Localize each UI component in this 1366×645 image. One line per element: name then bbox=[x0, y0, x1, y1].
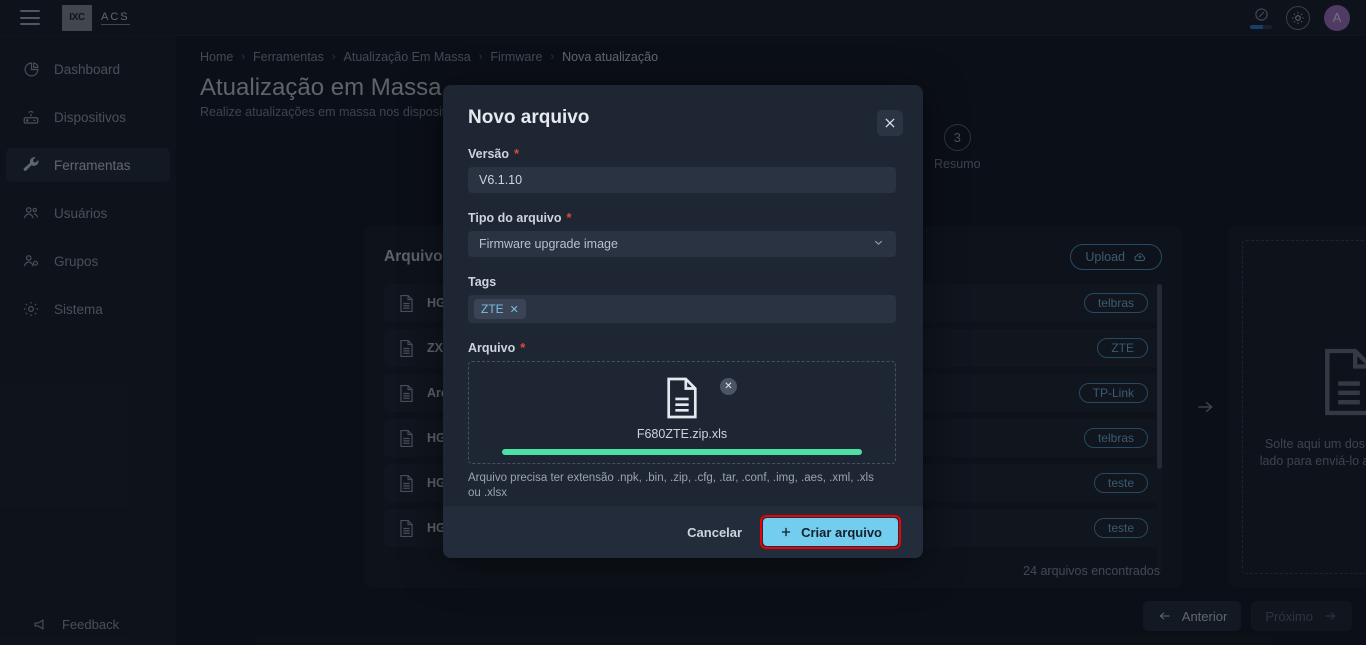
file-format-hint: Arquivo precisa ter extensão .npk, .bin,… bbox=[468, 472, 874, 499]
file-type-select[interactable]: Firmware upgrade image bbox=[468, 231, 896, 257]
file-upload-zone[interactable]: ✕ F680ZTE.zip.xls bbox=[468, 361, 896, 464]
required-marker: * bbox=[520, 340, 526, 355]
file-type-label-text: Tipo do arquivo bbox=[468, 211, 562, 225]
file-field-label: Arquivo * bbox=[468, 341, 898, 355]
modal-title: Novo arquivo bbox=[468, 107, 590, 128]
tag-chip: ZTE ✕ bbox=[474, 299, 526, 319]
tag-chip-label: ZTE bbox=[481, 302, 504, 316]
plus-icon bbox=[781, 527, 791, 537]
file-type-field-label: Tipo do arquivo * bbox=[468, 211, 898, 225]
tags-label-text: Tags bbox=[468, 275, 497, 289]
tags-input[interactable]: ZTE ✕ bbox=[468, 295, 896, 323]
create-button-highlight: Criar arquivo bbox=[760, 515, 901, 549]
version-input[interactable] bbox=[468, 167, 896, 193]
file-type-selected-value: Firmware upgrade image bbox=[479, 237, 618, 251]
file-icon bbox=[667, 377, 697, 418]
tags-field-label: Tags bbox=[468, 275, 898, 289]
cancel-button[interactable]: Cancelar bbox=[687, 525, 742, 540]
create-file-button-label: Criar arquivo bbox=[801, 524, 882, 540]
required-marker: * bbox=[514, 146, 520, 161]
version-field-label: Versão * bbox=[468, 147, 898, 161]
upload-progress-bar bbox=[502, 448, 862, 455]
required-marker: * bbox=[566, 210, 572, 225]
chevron-down-icon bbox=[872, 236, 885, 252]
new-file-modal: Novo arquivo Versão * Tipo do arquivo * … bbox=[443, 85, 923, 558]
modal-body: Novo arquivo Versão * Tipo do arquivo * … bbox=[443, 85, 923, 506]
close-circle-icon[interactable]: ✕ bbox=[720, 378, 737, 395]
uploaded-file-name: F680ZTE.zip.xls bbox=[636, 426, 728, 441]
file-label-text: Arquivo bbox=[468, 341, 516, 355]
app-root: IXC ACS A bbox=[0, 0, 1366, 645]
modal-footer: Cancelar Criar arquivo bbox=[443, 506, 923, 558]
close-icon[interactable] bbox=[877, 110, 903, 136]
create-file-button[interactable]: Criar arquivo bbox=[763, 518, 898, 546]
close-small-icon[interactable]: ✕ bbox=[510, 303, 519, 316]
version-label-text: Versão bbox=[468, 147, 510, 161]
